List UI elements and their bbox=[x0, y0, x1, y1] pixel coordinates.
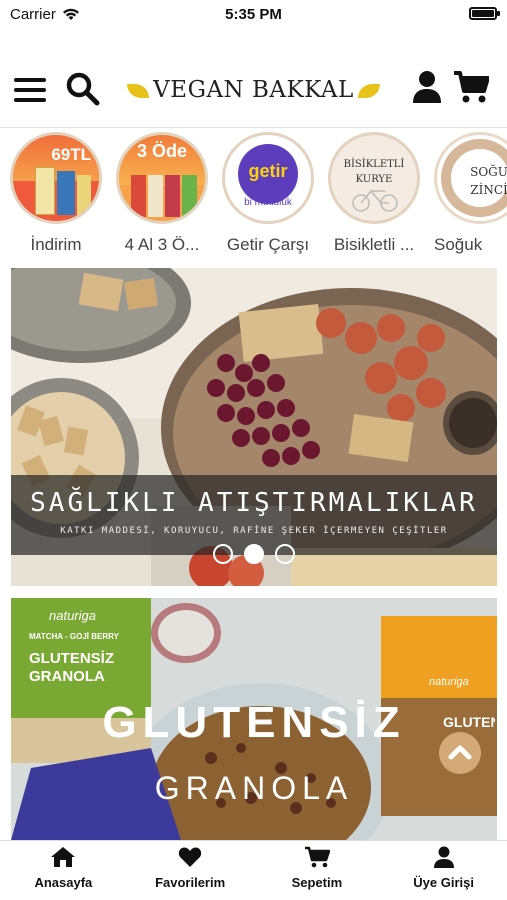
banner-subtitle: KATKI MADDESİ, KORUYUCU, RAFİNE ŞEKER İÇ… bbox=[60, 526, 448, 536]
category-item-getir[interactable]: getir bi mutluluk Getir Çarşı bbox=[220, 130, 316, 255]
pager-dot-active[interactable] bbox=[244, 544, 264, 564]
tab-label: Sepetim bbox=[291, 875, 343, 890]
category-label: İndirim bbox=[30, 235, 82, 254]
status-bar: Carrier 5:35 PM bbox=[0, 0, 507, 30]
category-badge: getir bbox=[248, 161, 288, 181]
banner-pager bbox=[213, 544, 297, 564]
category-image: getir bi mutluluk bbox=[222, 132, 314, 224]
granola-pack-flavor: MATCHA - GOJİ BERRY bbox=[29, 632, 119, 641]
tab-label: Favorilerim bbox=[155, 875, 226, 890]
app-header: VEGAN BAKKAL bbox=[0, 60, 507, 128]
cart-icon bbox=[304, 846, 331, 868]
granola-pack-title: GLUTENSİZ GRANOLA bbox=[29, 650, 114, 685]
tab-favorilerim[interactable]: Favorilerim bbox=[127, 841, 254, 900]
user-icon bbox=[433, 846, 454, 868]
tab-anasayfa[interactable]: Anasayfa bbox=[0, 841, 127, 900]
category-label: 4 Al 3 Ö... bbox=[124, 235, 200, 254]
cart-icon[interactable] bbox=[453, 70, 489, 104]
category-image: 69TL bbox=[10, 132, 102, 224]
bottom-tab-bar: Anasayfa Favorilerim Sepetim Üye Girişi bbox=[0, 840, 507, 900]
category-image: BİSİKLETLİ KURYE bbox=[328, 132, 420, 224]
category-subtext: bi mutluluk bbox=[244, 197, 292, 208]
battery-icon bbox=[469, 7, 500, 20]
user-icon[interactable] bbox=[412, 70, 442, 104]
tab-sepetim[interactable]: Sepetim bbox=[254, 841, 381, 900]
category-item-4al3ode[interactable]: 3 Öde 4 Al 3 Ö... bbox=[114, 130, 210, 255]
chevron-up-icon bbox=[448, 745, 472, 760]
category-label: Soğuk bbox=[434, 235, 483, 254]
pager-dot[interactable] bbox=[213, 544, 233, 564]
promo-banner-snacks[interactable]: SAĞLIKLI ATIŞTIRMALIKLAR KATKI MADDESİ, … bbox=[11, 268, 497, 586]
category-badge: 69TL bbox=[51, 145, 91, 164]
category-label: Getir Çarşı bbox=[226, 235, 310, 254]
pager-dot[interactable] bbox=[275, 544, 295, 564]
banner-title: GLUTENSİZ bbox=[102, 698, 406, 747]
bicycle-icon bbox=[352, 189, 398, 212]
scroll-to-top-button[interactable] bbox=[439, 732, 481, 774]
category-item-indirim[interactable]: 69TL İndirim bbox=[8, 130, 104, 255]
banner-subtitle: GRANOLA bbox=[154, 770, 354, 806]
promo-banner-granola[interactable]: naturiga MATCHA - GOJİ BERRY GLUTENSİZ G… bbox=[11, 598, 497, 840]
category-image: 3 Öde bbox=[116, 132, 208, 224]
leaf-icon bbox=[357, 84, 380, 98]
granola-pack-brand: naturiga bbox=[49, 608, 96, 623]
category-item-bisikletli-kurye[interactable]: BİSİKLETLİ KURYE Bisikletli ... bbox=[326, 130, 422, 255]
brand-logo-text: VEGAN BAKKAL bbox=[153, 77, 354, 103]
category-badge: BİSİKLETLİ KURYE bbox=[343, 159, 405, 185]
tab-label: Üye Girişi bbox=[413, 875, 474, 890]
clock: 5:35 PM bbox=[225, 6, 282, 23]
category-badge: 3 Öde bbox=[136, 141, 188, 161]
category-item-soguk-zincir[interactable]: SOĞU ZİNCİ Soğuk bbox=[432, 130, 507, 255]
category-strip: 69TL İndirim 3 Öde 4 Al 3 Ö... getir bi … bbox=[0, 130, 507, 260]
home-icon bbox=[51, 847, 76, 867]
leaf-icon bbox=[127, 84, 150, 98]
tab-uye-girisi[interactable]: Üye Girişi bbox=[380, 841, 507, 900]
banner-title: SAĞLIKLI ATIŞTIRMALIKLAR bbox=[30, 488, 478, 518]
category-badge: SOĞU ZİNCİ bbox=[470, 165, 507, 197]
tab-label: Anasayfa bbox=[34, 875, 93, 890]
heart-icon bbox=[178, 847, 202, 867]
category-label: Bisikletli ... bbox=[333, 235, 415, 254]
granola-pack-right-brand: naturiga bbox=[429, 676, 469, 688]
category-image: SOĞU ZİNCİ bbox=[434, 132, 507, 224]
